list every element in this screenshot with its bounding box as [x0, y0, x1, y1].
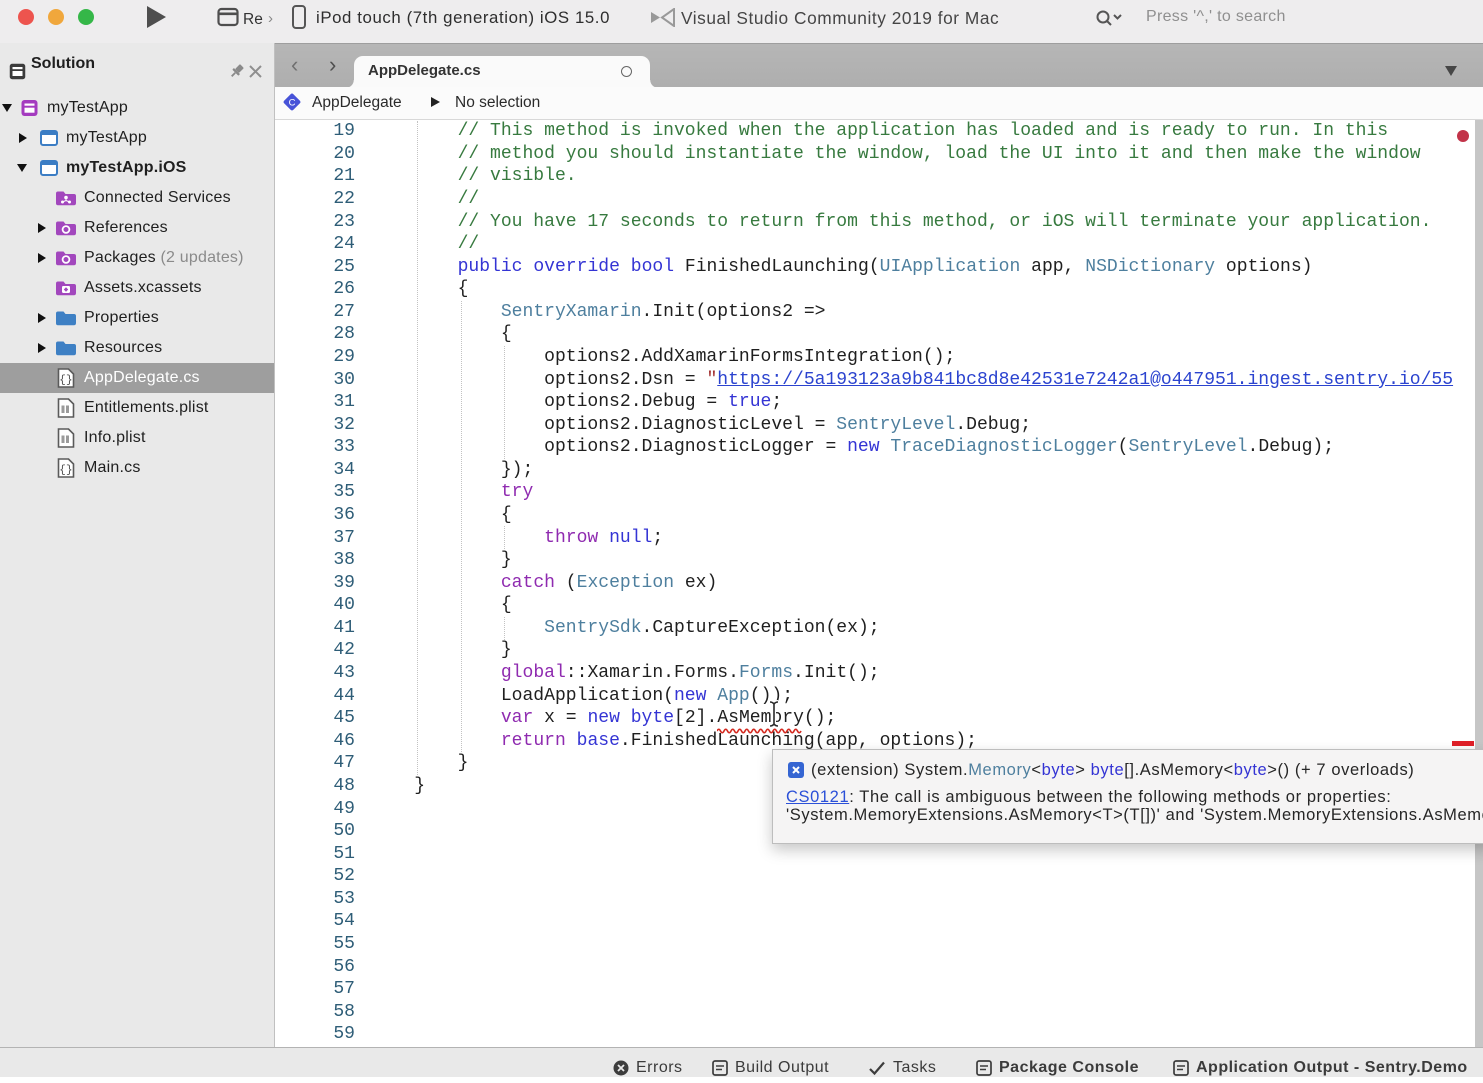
svg-text:{}: {} — [59, 375, 73, 387]
svg-text:C: C — [289, 98, 296, 109]
svg-text:{}: {} — [59, 465, 73, 477]
